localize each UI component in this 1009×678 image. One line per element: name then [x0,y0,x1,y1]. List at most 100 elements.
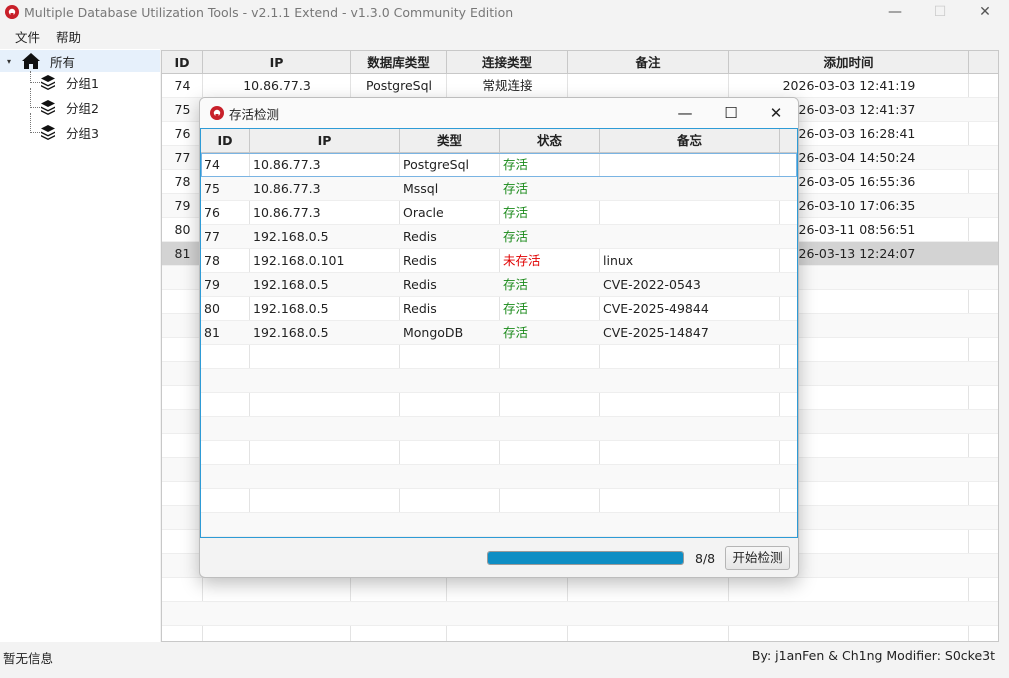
home-icon [22,53,40,69]
cell-memo [600,153,603,177]
cell-note [568,74,729,98]
cell-id: 81 [174,246,191,261]
cell-status: 存活 [503,205,529,220]
column-header-filler [780,129,797,153]
progress-count: 8/8 [695,551,716,566]
column-header-ip[interactable]: IP [203,51,351,74]
column-header-type[interactable]: 类型 [400,129,500,153]
layers-icon [41,75,55,90]
tree-item-group3[interactable]: 分组3 [30,113,99,143]
tree-item-group1[interactable]: 分组1 [30,71,99,93]
column-header-note[interactable]: 备注 [568,51,729,74]
column-header-status[interactable]: 状态 [500,129,600,153]
cell-status: 存活 [503,301,529,316]
tree-item-label: 所有 [50,54,76,70]
cell-id: 79 [204,277,220,292]
close-button[interactable]: ✕ [962,0,1008,24]
table-row[interactable]: 76 10.86.77.3 Oracle 存活 [201,201,797,225]
cell-memo: linux [603,253,634,268]
app-logo-icon [210,106,224,120]
dialog-maximize-button[interactable]: ☐ [708,98,754,128]
cell-db-type: PostgreSql [366,78,432,93]
cell-id: 78 [174,174,191,189]
cell-ip: 192.168.0.5 [253,325,329,340]
liveness-table: ID IP 类型 状态 备忘 74 10.86.77.3 PostgreSql … [200,128,798,538]
cell-add-time: 2026-03-03 12:41:19 [782,78,916,93]
tree-expand-arrow-icon[interactable]: ▾ [7,57,19,66]
cell-memo [600,225,603,249]
start-detection-button[interactable]: 开始检测 [725,546,790,570]
table-row[interactable]: 81 192.168.0.5 MongoDB 存活 CVE-2025-14847 [201,321,797,345]
status-message: 暂无信息 [3,651,54,666]
cell-id: 74 [174,78,191,93]
cell-id: 80 [204,301,220,316]
dialog-title: 存活检测 [229,106,280,122]
table-row[interactable]: 75 10.86.77.3 Mssql 存活 [201,177,797,201]
tree-item-group2[interactable]: 分组2 [30,88,99,118]
cell-status: 存活 [503,157,529,172]
cell-type: Oracle [403,205,444,220]
cell-type: Redis [403,229,437,244]
table-row[interactable]: 80 192.168.0.5 Redis 存活 CVE-2025-49844 [201,297,797,321]
cell-status: 存活 [503,229,529,244]
cell-type: Redis [403,301,437,316]
cell-type: PostgreSql [403,157,469,172]
cell-type: Redis [403,277,437,292]
dialog-title-bar[interactable]: 存活检测 — ☐ ✕ [200,98,798,128]
column-header-id[interactable]: ID [162,51,203,74]
cell-id: 74 [204,157,220,172]
column-header-filler [969,51,998,74]
table-row[interactable]: 74 10.86.77.3 PostgreSql 常规连接 2026-03-03… [162,74,998,98]
cell-ip: 10.86.77.3 [243,78,311,93]
cell-status: 存活 [503,277,529,292]
group-tree: ▾ 所有 分组1 分组2 分组3 [0,49,160,642]
author-credit: By: j1anFen & Ch1ng Modifier: S0cke3t [751,648,995,663]
dialog-close-button[interactable]: ✕ [753,98,798,128]
dialog-minimize-button[interactable]: — [662,98,708,128]
table-row[interactable]: 78 192.168.0.101 Redis 未存活 linux [201,249,797,273]
cell-ip: 192.168.0.5 [253,301,329,316]
tree-item-all[interactable]: ▾ 所有 [0,50,160,72]
menu-help[interactable]: 帮助 [48,27,89,46]
cell-type: Redis [403,253,437,268]
cell-id: 77 [204,229,220,244]
table-row[interactable]: 77 192.168.0.5 Redis 存活 [201,225,797,249]
cell-id: 75 [204,181,220,196]
cell-id: 76 [204,205,220,220]
cell-memo [600,177,603,201]
app-logo-icon [5,5,19,19]
cell-ip: 10.86.77.3 [253,205,321,220]
cell-memo: CVE-2025-14847 [603,325,709,340]
menu-file[interactable]: 文件 [7,27,48,46]
cell-ip: 10.86.77.3 [253,181,321,196]
column-header-conn-type[interactable]: 连接类型 [447,51,568,74]
cell-id: 78 [204,253,220,268]
column-header-db-type[interactable]: 数据库类型 [351,51,447,74]
tree-item-label: 分组2 [66,100,99,116]
minimize-button[interactable]: — [872,0,918,24]
cell-ip: 192.168.0.5 [253,229,329,244]
cell-id: 76 [174,126,191,141]
table-row[interactable]: 74 10.86.77.3 PostgreSql 存活 [201,153,797,177]
table-row[interactable]: 79 192.168.0.5 Redis 存活 CVE-2022-0543 [201,273,797,297]
cell-ip: 10.86.77.3 [253,157,321,172]
column-header-add-time[interactable]: 添加时间 [729,51,969,74]
column-header-ip[interactable]: IP [250,129,400,153]
maximize-button[interactable]: ☐ [917,0,963,24]
cell-id: 81 [204,325,220,340]
cell-id: 79 [174,198,191,213]
cell-status: 存活 [503,325,529,340]
column-header-memo[interactable]: 备忘 [600,129,780,153]
cell-memo: CVE-2025-49844 [603,301,709,316]
liveness-check-dialog: 存活检测 — ☐ ✕ ID IP 类型 状态 备忘 74 10.86.77.3 … [199,97,799,578]
cell-ip: 192.168.0.101 [253,253,345,268]
cell-type: Mssql [403,181,439,196]
tree-item-label: 分组1 [66,75,99,91]
cell-id: 80 [174,222,191,237]
cell-id: 77 [174,150,191,165]
layers-icon [41,100,55,115]
layers-icon [41,125,55,140]
column-header-id[interactable]: ID [201,129,250,153]
cell-status: 未存活 [503,253,541,268]
cell-conn-type: 常规连接 [482,78,533,93]
